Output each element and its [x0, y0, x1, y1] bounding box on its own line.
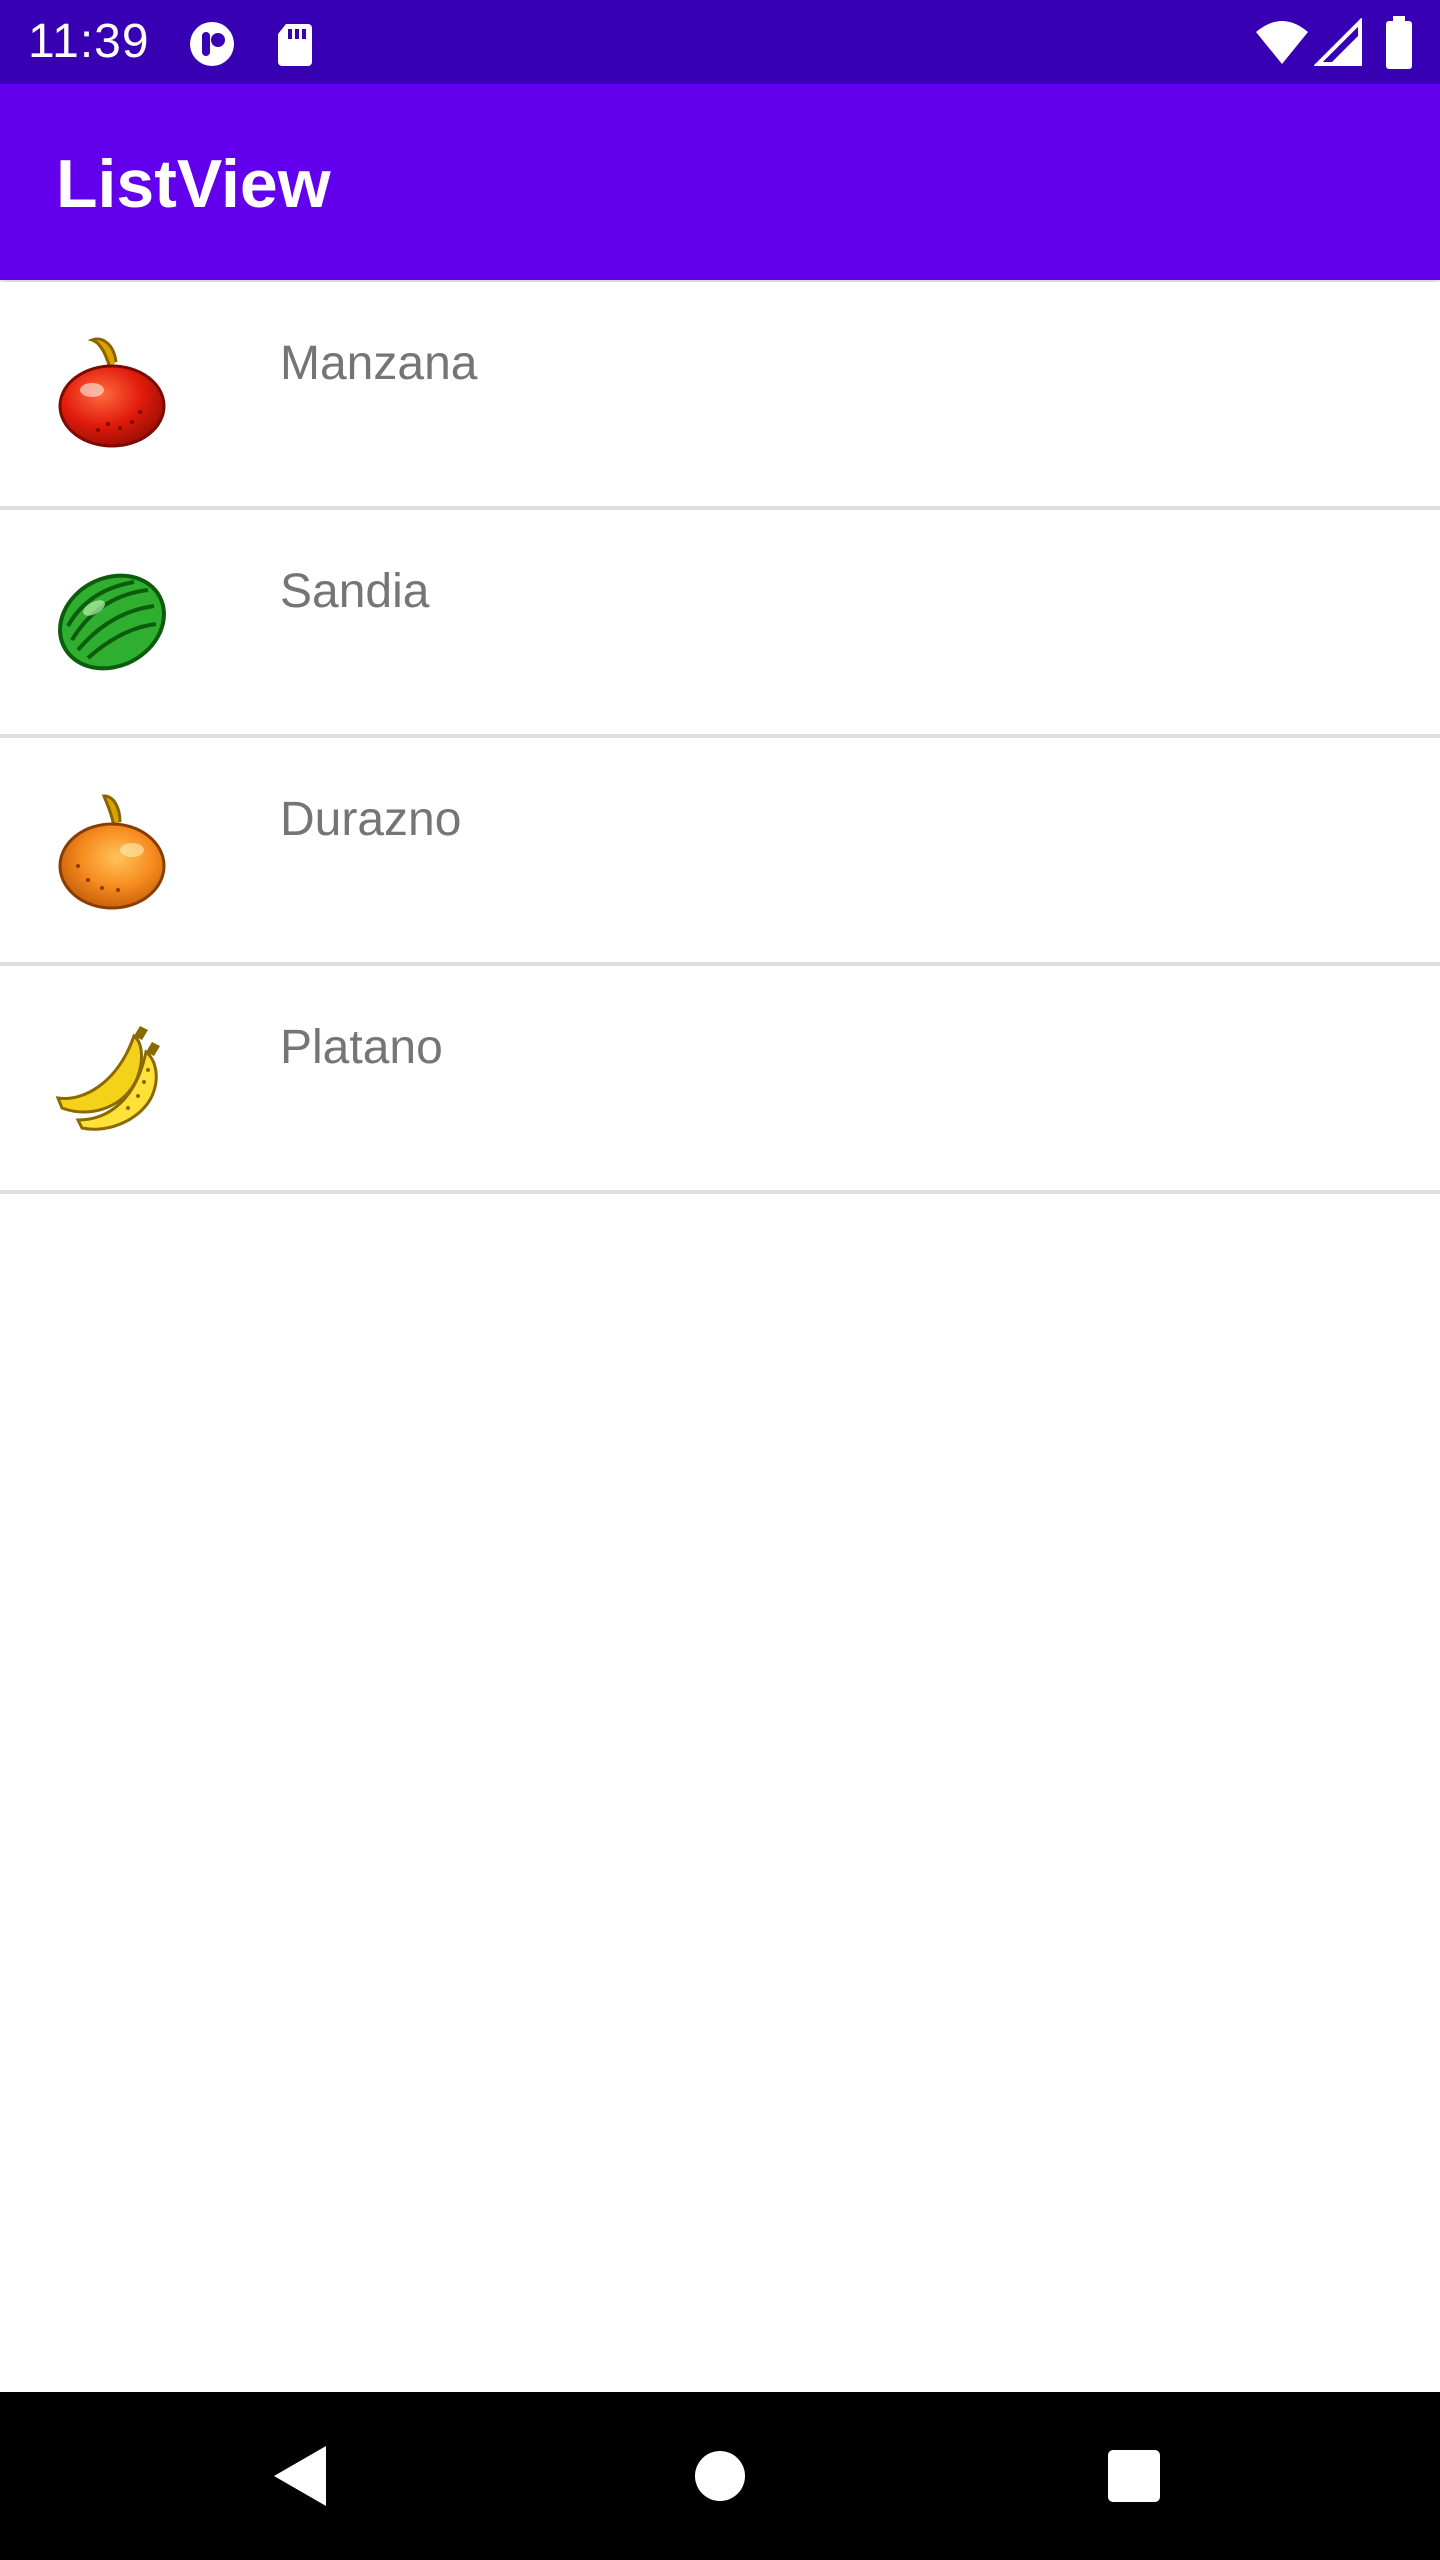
wifi-icon	[1254, 18, 1310, 68]
peach-icon	[48, 784, 176, 912]
signal-icon	[1313, 17, 1364, 68]
apple-icon	[48, 328, 176, 456]
page-title: ListView	[56, 146, 331, 222]
watermelon-icon	[48, 556, 176, 684]
list-item-label: Durazno	[280, 793, 462, 846]
home-icon[interactable]	[680, 2436, 760, 2516]
battery-icon	[1384, 16, 1414, 70]
list-item[interactable]: Durazno	[0, 738, 1440, 966]
list-item-label: Manzana	[280, 337, 478, 390]
recents-icon[interactable]	[1094, 2436, 1174, 2516]
app-bar: ListView	[0, 84, 1440, 280]
fruit-list: Manzana Sandia Durazno Platano	[0, 282, 1440, 1194]
status-time: 11:39	[28, 15, 150, 68]
status-bar: 11:39	[0, 0, 1440, 84]
list-item-label: Sandia	[280, 565, 430, 618]
notification-icon	[188, 20, 236, 68]
list-item[interactable]: Manzana	[0, 282, 1440, 510]
banana-icon	[48, 1012, 176, 1140]
sd-card-icon	[272, 20, 320, 68]
back-icon[interactable]	[260, 2436, 340, 2516]
list-item[interactable]: Sandia	[0, 510, 1440, 738]
navigation-bar	[0, 2392, 1440, 2560]
list-item-label: Platano	[280, 1021, 443, 1074]
list-item[interactable]: Platano	[0, 966, 1440, 1194]
